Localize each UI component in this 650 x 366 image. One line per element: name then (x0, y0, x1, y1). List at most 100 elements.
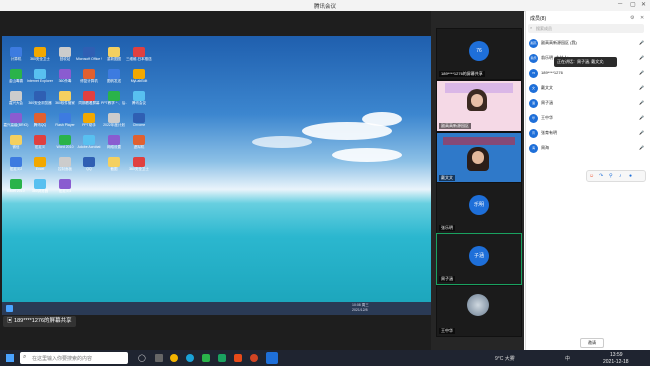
app-icon (83, 157, 95, 167)
link-icon[interactable]: ⚲ (609, 173, 613, 179)
desktop-icon[interactable]: 同期看看屏幕 (76, 91, 102, 111)
browser-icon[interactable] (170, 354, 178, 362)
maximize-icon[interactable]: ▢ (630, 1, 636, 8)
desktop-icon[interactable]: 宏定义2 (3, 157, 29, 177)
member-row[interactable]: 文戴文文 🎤 (529, 83, 644, 94)
member-name: 戴文文 (541, 85, 553, 90)
desktop-icon[interactable]: 嘉兴高级(BRIO) (3, 113, 29, 133)
member-row[interactable]: 涵周子涵 🎤 (529, 98, 644, 109)
microphone-icon[interactable]: 🎤 (639, 70, 644, 75)
desktop-icon[interactable]: 网络设置 (101, 135, 127, 155)
desktop-icon[interactable]: 腾讯会议 (126, 91, 152, 111)
desktop-icon[interactable]: QQ (76, 157, 102, 177)
task-view-icon[interactable]: ◯ (138, 354, 146, 362)
member-row[interactable]: 76 189****1276 🎤 (529, 68, 644, 79)
emoji-icon[interactable]: ☺ (589, 173, 594, 179)
member-name: 周子涵 (541, 100, 553, 105)
desktop-icon[interactable]: Adobe Acrobat (76, 135, 102, 155)
windows-start-button[interactable] (6, 354, 14, 362)
member-row[interactable]: 副高 副高高新源园区 (我) 🎤 (529, 38, 644, 49)
desktop-icon-label: Microsoft Office Wor... (76, 57, 102, 61)
desktop-icon[interactable]: 截图 (101, 157, 127, 177)
desktop-icon[interactable]: 360安全卫士 (126, 157, 152, 177)
close-icon[interactable]: ✕ (641, 1, 646, 8)
desktop-icon[interactable]: 三维维-日本推送-2022... (126, 47, 152, 67)
desktop-icon[interactable]: 360杀毒 (52, 69, 78, 89)
taskbar-search-input[interactable]: ⌕ 在这里输入你要搜索的内容 (20, 352, 128, 364)
desktop-icon-label: Word 2010 (56, 145, 74, 149)
desktop-icon[interactable]: 金山毒霸 (3, 69, 29, 89)
desktop-icon-label: 修复计算机 (80, 79, 98, 83)
edge-icon[interactable] (186, 354, 194, 362)
desktop-icon[interactable]: MyLabEdit (126, 69, 152, 89)
desktop-icon[interactable]: 修复计算机 (76, 69, 102, 89)
member-search-input[interactable]: ⌕ 搜索成员 (528, 24, 644, 33)
green-app-icon[interactable] (218, 354, 226, 362)
desktop-icon[interactable]: 嘉兴大会 (3, 91, 29, 111)
microphone-icon[interactable]: 🎤 (639, 145, 644, 150)
member-row[interactable]: 海周海 🎤 (529, 143, 644, 154)
tencent-meeting-icon[interactable] (266, 352, 278, 364)
desktop-icon[interactable]: 腾讯QQ (27, 113, 53, 133)
desktop-icon[interactable]: 控制面板 (52, 157, 78, 177)
microphone-icon[interactable]: 🎤 (639, 130, 644, 135)
microphone-icon[interactable]: 🎤 (639, 115, 644, 120)
minimize-icon[interactable]: ─ (618, 1, 622, 7)
microphone-icon[interactable]: 🎤 (639, 40, 644, 45)
desktop-icon-label: PPT教学 ^ 、后... (101, 101, 127, 105)
desktop-icon[interactable]: 宏定义 (27, 135, 53, 155)
desktop-icon[interactable]: Internet Explorer (27, 69, 53, 89)
close-panel-icon[interactable]: ✕ (640, 15, 644, 21)
desktop-icon-label: 嘉兴大会 (9, 101, 23, 105)
desktop-icon[interactable]: 360安全浏览器 (27, 91, 53, 111)
desktop-icon[interactable]: 虚拟机 (126, 135, 152, 155)
desktop-icon[interactable]: 360软件管家 (52, 91, 78, 111)
powerpoint-icon[interactable] (250, 354, 258, 362)
file-manager-icon[interactable] (155, 354, 163, 362)
microphone-icon[interactable]: ♪ (619, 173, 622, 179)
settings-icon[interactable]: ⚙ (630, 15, 634, 21)
member-row[interactable]: 育张育有明 🎤 (529, 128, 644, 139)
input-language[interactable]: 中 (565, 355, 570, 362)
desktop-icon[interactable]: 360浏览器 (27, 179, 53, 199)
desktop-icon[interactable]: Chrome (126, 113, 152, 133)
desktop-icon[interactable]: 360安全卫士 (27, 47, 53, 67)
desktop-icon[interactable]: 图帆发送 (101, 69, 127, 89)
desktop-icon[interactable]: Microsoft Office Wor... (76, 47, 102, 67)
desktop-icon-label: 360浏览器 (31, 189, 49, 193)
desktop-icon[interactable]: Word 2010 (52, 135, 78, 155)
app-icon (133, 69, 145, 79)
desktop-icon[interactable]: Flash Player (52, 113, 78, 133)
desktop-icon[interactable]: 宏定义3 (52, 179, 78, 199)
microphone-icon[interactable]: 🎤 (639, 100, 644, 105)
video-tile[interactable]: 76 189****1276的屏幕共享 (436, 28, 522, 80)
desktop-icon[interactable]: Excel (27, 157, 53, 177)
desktop-icon[interactable]: 回收站 (52, 47, 78, 67)
desktop-icon[interactable]: 2022年度计划 (101, 113, 127, 133)
app-icon (34, 91, 46, 101)
desktop-icon[interactable]: PPT助手 (76, 113, 102, 133)
video-tile[interactable]: 副高高新源园区 (436, 80, 522, 132)
app-icon (108, 69, 120, 79)
reaction-toolbar[interactable]: ☺ ↷ ⚲ ♪ ● (586, 170, 646, 182)
more-icon[interactable]: ● (629, 173, 632, 179)
video-tile[interactable]: 王中华 (436, 285, 522, 337)
desktop-icon[interactable]: PPT教学 ^ 、后... (101, 91, 127, 111)
share-icon[interactable]: ↷ (599, 173, 603, 179)
microphone-icon[interactable]: 🎤 (639, 55, 644, 60)
desktop-icon-label: 2022年度计划 (103, 123, 125, 127)
video-tile[interactable]: 戴文文 (436, 132, 522, 184)
desktop-icon-label: 宏定义3 (58, 189, 72, 193)
desktop-icon-label: 360安全浏览器 (28, 101, 52, 105)
desktop-icon[interactable]: 计算机 (3, 47, 29, 67)
desktop-icon[interactable]: 重新图图 (101, 47, 127, 67)
video-tile[interactable]: 乐明 张乐明 (436, 182, 522, 234)
invite-button[interactable]: 邀请 (580, 338, 604, 348)
member-row[interactable]: 华王中华 🎤 (529, 113, 644, 124)
desktop-icon[interactable]: 微信 (3, 135, 29, 155)
media-icon[interactable] (234, 354, 242, 362)
microphone-icon[interactable]: 🎤 (639, 85, 644, 90)
wechat-icon[interactable] (202, 354, 210, 362)
desktop-icon[interactable]: Excel 2010 (3, 179, 29, 199)
video-tile[interactable]: 子涵 周子涵 (436, 233, 522, 285)
